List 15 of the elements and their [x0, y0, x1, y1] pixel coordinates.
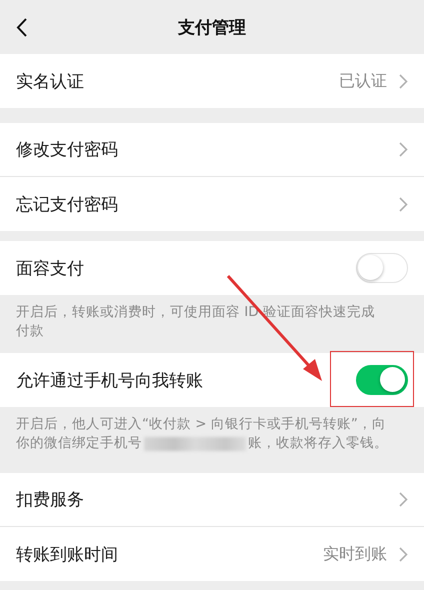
page-title: 支付管理: [178, 16, 246, 38]
chevron-icon: [399, 492, 408, 507]
hint-text: 你的微信绑定手机号: [16, 434, 142, 453]
row-label[interactable]: 转账到账时间: [16, 542, 323, 566]
chevron-icon: [399, 142, 408, 157]
back-icon[interactable]: [16, 18, 27, 37]
chevron-icon: [399, 74, 408, 88]
chevron-icon: [399, 546, 408, 562]
toggle-switch[interactable]: [356, 365, 408, 395]
row-label[interactable]: 实名认证: [16, 70, 339, 92]
hint-text: 账，收款将存入零钱。: [248, 434, 388, 453]
row-value: 已认证: [339, 70, 387, 92]
hint-text: 开启后，他人可进入“收付款 > 向银行卡或手机号转账”，向: [16, 415, 386, 434]
chevron-icon: [399, 196, 408, 212]
row-value: 实时到账: [323, 544, 387, 564]
